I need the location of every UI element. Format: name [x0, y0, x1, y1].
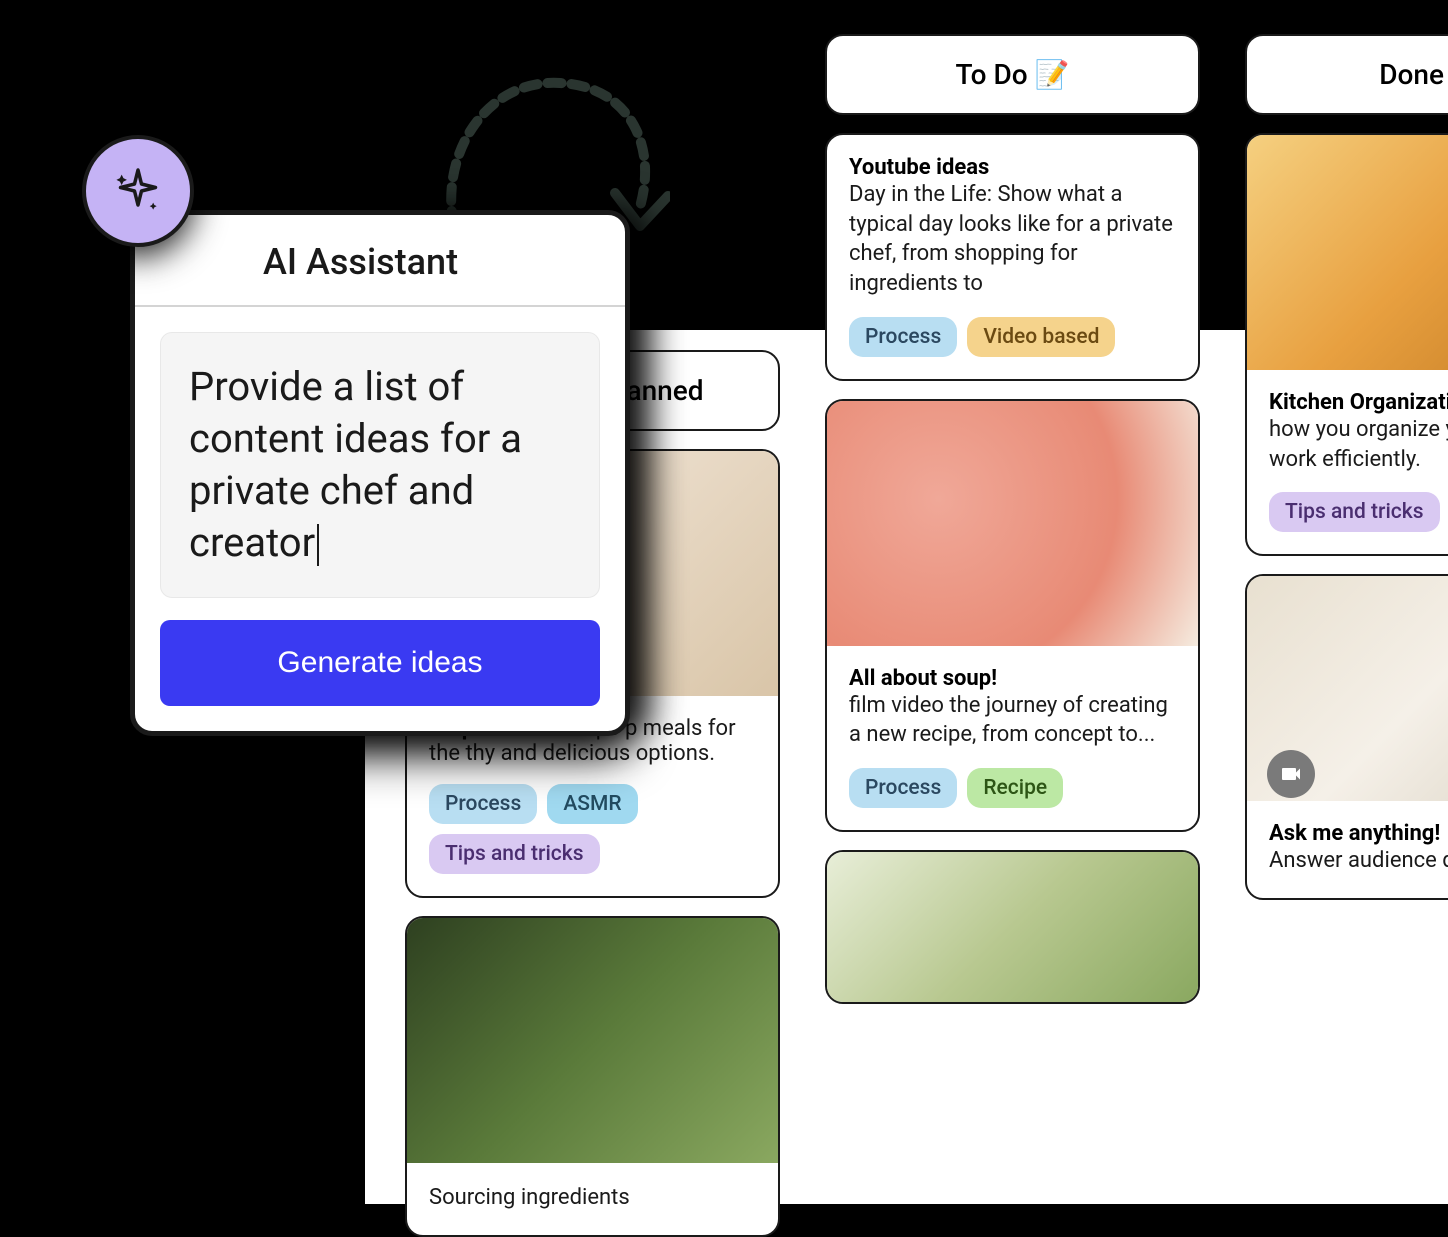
column-header: Done ✅	[1245, 34, 1448, 115]
card-description: Answer audience question	[1269, 846, 1448, 876]
board-card[interactable]: All about soup! film video the journey o…	[825, 399, 1200, 832]
column-title: To Do 📝	[956, 58, 1070, 91]
tag[interactable]: Process	[429, 784, 537, 824]
prompt-text: Provide a list of content ideas for a pr…	[189, 363, 522, 566]
card-description: Day in the Life: Show what a typical day…	[849, 180, 1176, 299]
card-title: Sourcing ingredients	[429, 1183, 756, 1213]
board-card[interactable]: Sourcing ingredients	[405, 916, 780, 1237]
generate-button[interactable]: Generate ideas	[160, 620, 600, 706]
card-title: All about soup!	[849, 666, 997, 691]
sparkle-icon	[82, 135, 194, 247]
tag-row: Process ASMR Tips and tricks	[429, 784, 756, 874]
column-header: To Do 📝	[825, 34, 1200, 115]
card-title: Youtube ideas	[849, 155, 989, 180]
prompt-input[interactable]: Provide a list of content ideas for a pr…	[160, 332, 600, 598]
board-card[interactable]: Youtube ideas Day in the Life: Show what…	[825, 133, 1200, 381]
card-description: how you organize your ki tools to work e…	[1269, 415, 1448, 474]
tag[interactable]: Tips and tricks	[429, 834, 600, 874]
tag[interactable]: ASMR	[547, 784, 637, 824]
card-image	[407, 918, 778, 1163]
card-description: film video the journey of creating a new…	[849, 691, 1176, 750]
video-icon	[1267, 750, 1315, 798]
board-card[interactable]: Kitchen Organization Tip how you organiz…	[1245, 133, 1448, 556]
card-image	[827, 852, 1198, 1002]
modal-title: AI Assistant	[263, 241, 595, 283]
tag-row: Tips and tricks Sustain	[1269, 492, 1448, 532]
tag[interactable]: Recipe	[967, 768, 1063, 808]
card-title: Kitchen Organization Tip	[1269, 390, 1448, 415]
tag[interactable]: Process	[849, 768, 957, 808]
tag-row: Process Video based	[849, 317, 1176, 357]
column-title: Done ✅	[1379, 58, 1448, 91]
modal-header: AI Assistant	[135, 215, 625, 307]
card-title: Ask me anything!	[1269, 821, 1440, 846]
column-todo: To Do 📝 Youtube ideas Day in the Life: S…	[825, 34, 1200, 1204]
tag[interactable]: Tips and tricks	[1269, 492, 1440, 532]
card-image	[827, 401, 1198, 646]
card-image	[1247, 135, 1448, 370]
text-cursor	[317, 524, 319, 566]
board-card[interactable]	[825, 850, 1200, 1004]
tag[interactable]: Video based	[967, 317, 1115, 357]
tag[interactable]: Process	[849, 317, 957, 357]
tag-row: Process Recipe	[849, 768, 1176, 808]
ai-assistant-modal: AI Assistant Provide a list of content i…	[130, 210, 630, 736]
board-card[interactable]: Ask me anything! Answer audience questio…	[1245, 574, 1448, 900]
column-done: Done ✅ Kitchen Organization Tip how you …	[1245, 34, 1448, 1204]
